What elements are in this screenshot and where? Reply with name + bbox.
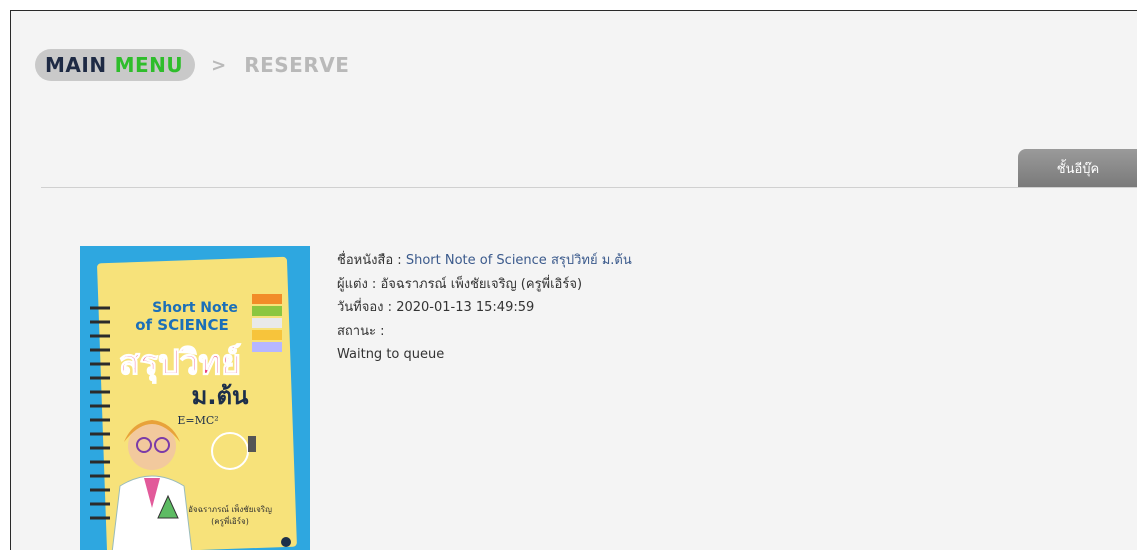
main-menu-main-text: MAIN [45, 53, 107, 77]
author-value: อัจฉราภรณ์ เพ็งชัยเจริญ (ครูพี่เอิร์จ) [380, 276, 583, 292]
cover-title-line2: of SCIENCE [135, 316, 229, 334]
cover-title-line1: Short Note [152, 300, 238, 316]
cover-author-line1: อัจฉราภรณ์ เพ็งชัยเจริญ [188, 504, 272, 514]
status-value: Waitng to queue [337, 347, 445, 362]
cover-title-line4: ม.ต้น [192, 382, 250, 410]
breadcrumb-separator: > [211, 54, 227, 76]
reserve-date-value: 2020-01-13 15:49:59 [396, 300, 535, 315]
book-cover-image[interactable]: Short Note of SCIENCE สรุปวิทย์ ม.ต้น E=… [80, 246, 310, 550]
divider [41, 187, 1137, 188]
book-title-label: ชื่อหนังสือ : [337, 253, 406, 268]
book-title-row: ชื่อหนังสือ : Short Note of Science สรุป… [337, 249, 632, 273]
reserve-date-label: วันที่จอง : [337, 300, 397, 315]
status-label: สถานะ : [337, 323, 385, 339]
cover-formula: E=MC² [177, 414, 218, 427]
publisher-logo [281, 537, 291, 547]
main-menu-menu-text: MENU [114, 53, 184, 77]
tab-ebook-shelf[interactable]: ชั้นอีบุ๊ค [1018, 149, 1137, 187]
reserve-date-row: วันที่จอง : 2020-01-13 15:49:59 [337, 296, 632, 320]
breadcrumb-current: RESERVE [244, 53, 350, 77]
page-frame: MAIN MENU > RESERVE ชั้นอีบุ๊ค Short Not… [10, 10, 1137, 550]
cover-title-line3: สรุปวิทย์ [119, 343, 241, 384]
breadcrumb: MAIN MENU > RESERVE [35, 49, 349, 81]
book-cover-art: Short Note of SCIENCE สรุปวิทย์ ม.ต้น E=… [80, 246, 310, 550]
main-menu-button[interactable]: MAIN MENU [35, 49, 196, 81]
author-row: ผู้แต่ง : อัจฉราภรณ์ เพ็งชัยเจริญ (ครูพี… [337, 273, 632, 297]
book-title-link[interactable]: Short Note of Science สรุปวิทย์ ม.ต้น [406, 253, 632, 268]
author-label: ผู้แต่ง : [337, 276, 381, 292]
reservation-info: ชื่อหนังสือ : Short Note of Science สรุป… [337, 249, 632, 367]
cover-author-line2: (ครูพี่เอิร์จ) [211, 515, 249, 527]
